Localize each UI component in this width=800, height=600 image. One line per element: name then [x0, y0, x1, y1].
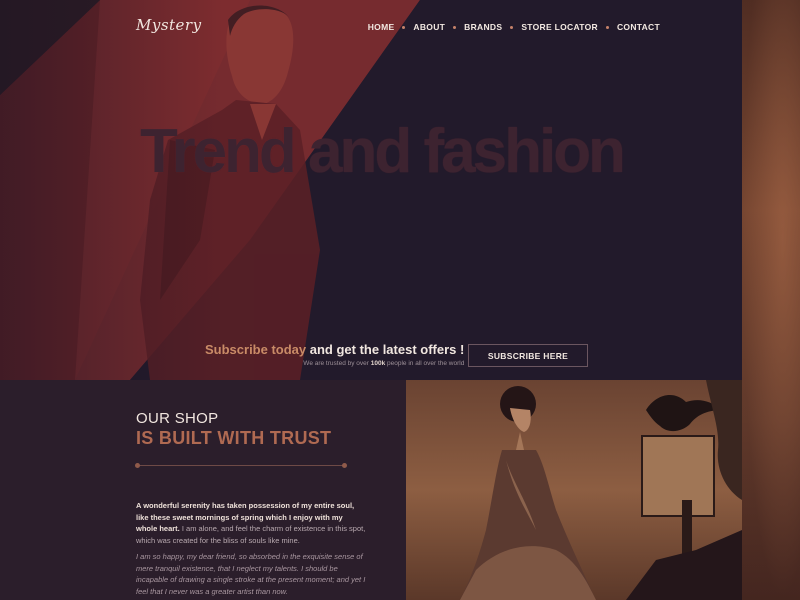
- nav-separator-dot: [453, 25, 457, 29]
- site-logo[interactable]: Mystery: [136, 16, 202, 34]
- about-title: IS BUILT WITH TRUST: [136, 428, 332, 448]
- subscribe-trust-line: We are trusted by over 100k people in al…: [303, 360, 464, 367]
- subscribe-rest-text: and get the latest offers !: [306, 342, 465, 357]
- nav-home[interactable]: HOME: [368, 22, 395, 32]
- hero-section: Mystery HOME ABOUT BRANDS STORE LOCATOR …: [0, 0, 742, 380]
- nav-separator-dot: [510, 25, 514, 29]
- fashion-photo: [406, 380, 742, 600]
- about-paragraph-1: A wonderful serenity has taken possessio…: [136, 500, 366, 546]
- about-eyebrow: OUR SHOP: [136, 410, 219, 427]
- subscribe-headline: Subscribe today and get the latest offer…: [205, 342, 464, 357]
- about-paragraph-2: I am so happy, my dear friend, so absorb…: [136, 552, 366, 596]
- subscribe-accent-text: Subscribe today: [205, 342, 307, 357]
- nav-brands[interactable]: BRANDS: [464, 22, 502, 32]
- trust-prefix: We are trusted by over: [303, 360, 371, 367]
- right-photo-shade: [742, 0, 800, 600]
- fashion-photo-image: [406, 380, 742, 600]
- hero-vignette: [0, 0, 742, 380]
- nav-separator-dot: [605, 25, 609, 29]
- nav-store-locator[interactable]: STORE LOCATOR: [521, 22, 598, 32]
- main-nav: HOME ABOUT BRANDS STORE LOCATOR CONTACT: [368, 22, 660, 32]
- hero-title: Trend and fashion: [140, 117, 626, 186]
- trust-number: 100k: [370, 360, 386, 367]
- nav-separator-dot: [402, 25, 406, 29]
- about-divider: [135, 463, 347, 468]
- right-photo-strip: [742, 0, 800, 600]
- nav-about[interactable]: ABOUT: [413, 22, 445, 32]
- about-section: OUR SHOP IS BUILT WITH TRUST A wonderful…: [0, 380, 406, 600]
- trust-suffix: people in all over the world: [385, 360, 465, 367]
- subscribe-button[interactable]: SUBSCRIBE HERE: [468, 344, 588, 367]
- subscribe-text-block: Subscribe today and get the latest offer…: [205, 342, 464, 367]
- nav-contact[interactable]: CONTACT: [617, 22, 660, 32]
